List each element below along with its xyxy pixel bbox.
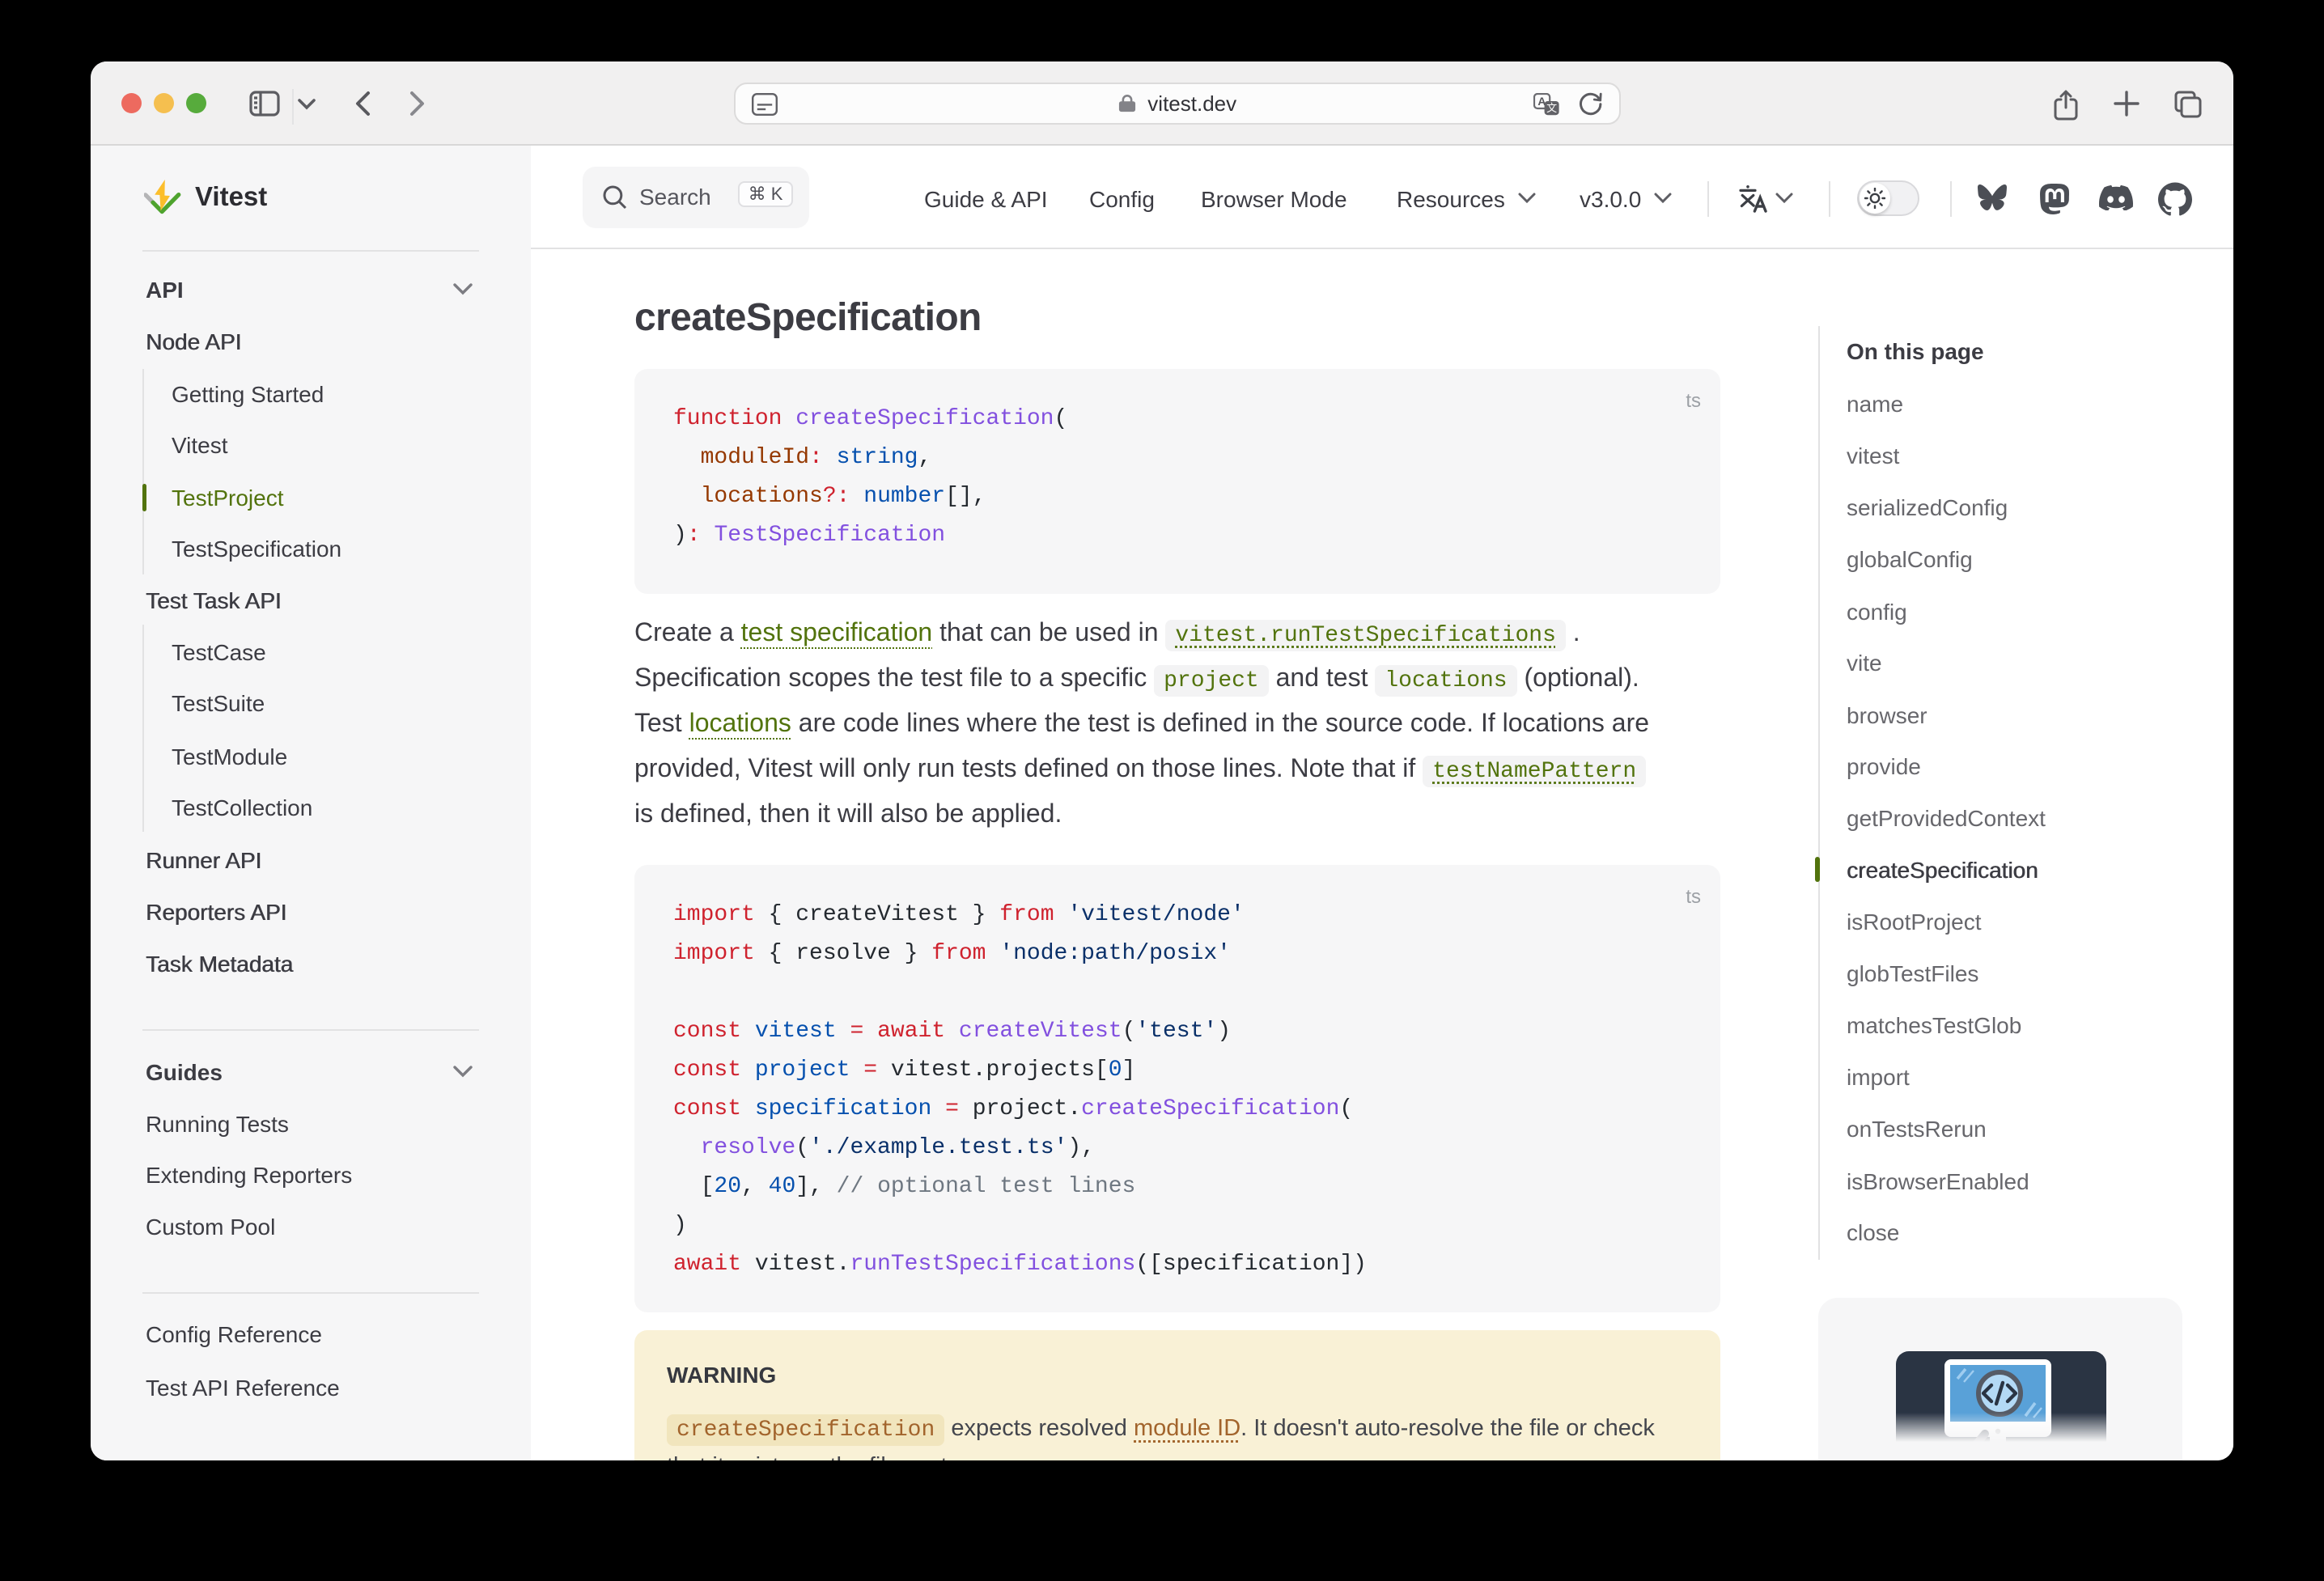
svg-text:文: 文 — [1546, 102, 1557, 114]
